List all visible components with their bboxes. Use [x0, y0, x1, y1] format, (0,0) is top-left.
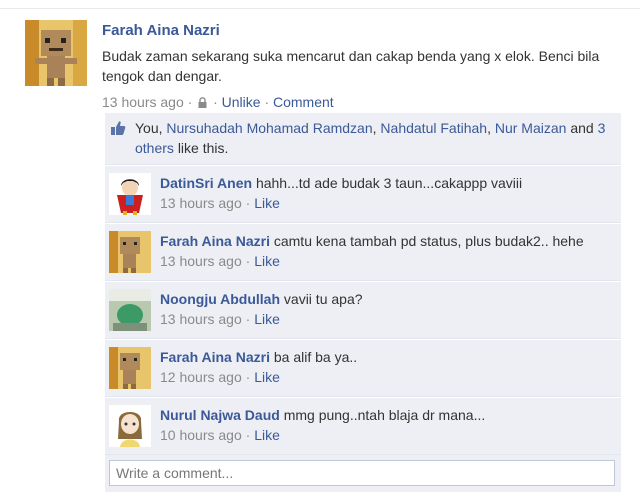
- comment-like-link[interactable]: Like: [254, 311, 280, 327]
- likes-summary: You, Nursuhadah Mohamad Ramdzan, Nahdatu…: [105, 113, 621, 165]
- post-timestamp[interactable]: 13 hours ago: [102, 94, 184, 110]
- comment-text: hahh...td ade budak 3 taun...cakappp vav…: [255, 175, 523, 191]
- commenter-avatar[interactable]: [109, 231, 151, 273]
- comment-like-link[interactable]: Like: [254, 195, 280, 211]
- commenter-avatar[interactable]: [109, 405, 151, 447]
- post-meta: 13 hours ago · · Unlike · Comment: [102, 94, 334, 112]
- comment-item: Noongju Abdullah vavii tu apa? 13 hours …: [105, 281, 621, 339]
- post-text: Budak zaman sekarang suka mencarut dan c…: [102, 48, 600, 84]
- comment-timestamp[interactable]: 10 hours ago: [160, 427, 242, 443]
- comment-meta: 13 hours ago · Like: [160, 253, 280, 269]
- comment-text: vavii tu apa?: [283, 291, 363, 307]
- unlike-link[interactable]: Unlike: [222, 94, 261, 110]
- post-author-name[interactable]: Farah Aina Nazri: [102, 22, 622, 40]
- comment-timestamp[interactable]: 12 hours ago: [160, 369, 242, 385]
- comment-meta: 10 hours ago · Like: [160, 427, 280, 443]
- comment-input[interactable]: [109, 460, 615, 486]
- lock-icon: [198, 94, 207, 112]
- comment-author[interactable]: Farah Aina Nazri: [160, 233, 270, 249]
- comment-item: DatinSri Anen hahh...td ade budak 3 taun…: [105, 165, 621, 223]
- liker-name-link[interactable]: Nursuhadah Mohamad Ramdzan: [166, 120, 372, 136]
- comment-link[interactable]: Comment: [273, 94, 334, 110]
- comment-author[interactable]: Noongju Abdullah: [160, 291, 280, 307]
- comment-author[interactable]: Farah Aina Nazri: [160, 349, 270, 365]
- comment-compose: [105, 455, 621, 492]
- comment-item: Nurul Najwa Daud mmg pung..ntah blaja dr…: [105, 397, 621, 455]
- comment-timestamp[interactable]: 13 hours ago: [160, 195, 242, 211]
- comment-text: ba alif ba ya..: [273, 349, 358, 365]
- comment-timestamp[interactable]: 13 hours ago: [160, 311, 242, 327]
- comment-timestamp[interactable]: 13 hours ago: [160, 253, 242, 269]
- comment-like-link[interactable]: Like: [254, 369, 280, 385]
- liker-name-link[interactable]: Nahdatul Fatihah: [380, 120, 487, 136]
- comment-meta: 13 hours ago · Like: [160, 311, 280, 327]
- liker-name-link[interactable]: Nur Maizan: [495, 120, 567, 136]
- comment-like-link[interactable]: Like: [254, 427, 280, 443]
- commenter-avatar[interactable]: [109, 173, 151, 215]
- feedback-panel: You, Nursuhadah Mohamad Ramdzan, Nahdatu…: [105, 113, 621, 492]
- top-divider: [0, 8, 640, 9]
- comment-author[interactable]: Nurul Najwa Daud: [160, 407, 280, 423]
- commenter-avatar[interactable]: [109, 347, 151, 389]
- comment-meta: 13 hours ago · Like: [160, 195, 280, 211]
- comment-text: mmg pung..ntah blaja dr mana...: [283, 407, 486, 423]
- comment-item: Farah Aina Nazri ba alif ba ya.. 12 hour…: [105, 339, 621, 397]
- comment-text: camtu kena tambah pd status, plus budak2…: [273, 233, 584, 249]
- commenter-avatar[interactable]: [109, 289, 151, 331]
- post-author-avatar[interactable]: [25, 20, 87, 86]
- comment-author[interactable]: DatinSri Anen: [160, 175, 252, 191]
- thumbs-up-icon: [110, 120, 126, 141]
- comment-like-link[interactable]: Like: [254, 253, 280, 269]
- comment-meta: 12 hours ago · Like: [160, 369, 280, 385]
- comment-item: Farah Aina Nazri camtu kena tambah pd st…: [105, 223, 621, 281]
- post-content: Farah Aina Nazri Budak zaman sekarang su…: [102, 22, 622, 112]
